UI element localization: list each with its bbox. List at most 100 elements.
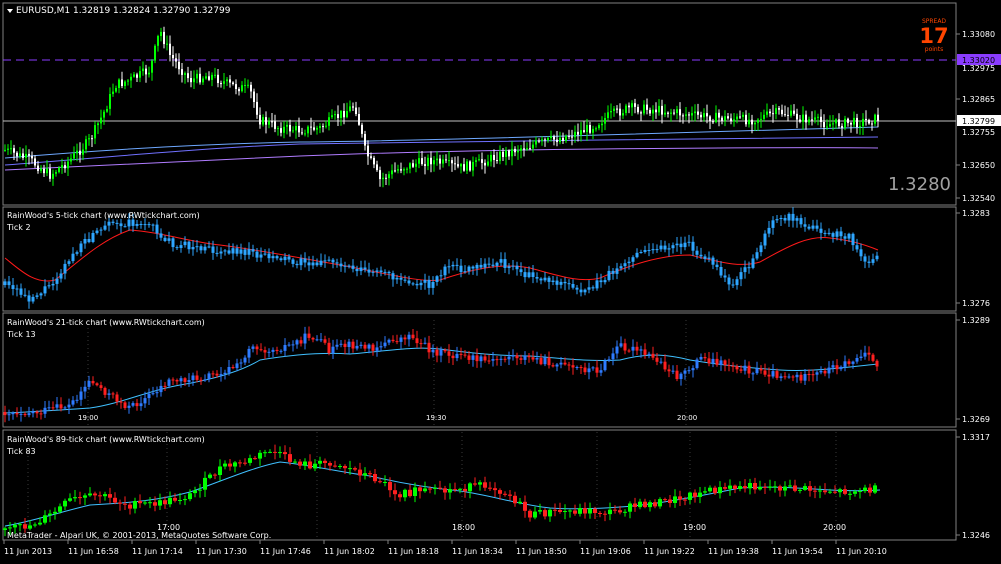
- candle-body: [673, 112, 675, 114]
- candle-body: [43, 286, 47, 294]
- candle-body: [187, 241, 191, 250]
- svg-text:18:00: 18:00: [452, 523, 475, 532]
- candle-body: [607, 270, 611, 281]
- candle-body: [739, 272, 743, 280]
- candle-body: [226, 79, 228, 82]
- candle-body: [55, 278, 59, 284]
- candle-body: [83, 495, 87, 498]
- candle-body: [802, 114, 804, 122]
- candle-body: [691, 241, 695, 251]
- candle-body: [815, 225, 819, 229]
- candle-body: [723, 275, 727, 278]
- candle-body: [610, 111, 612, 113]
- candle-body: [819, 370, 823, 373]
- candle-body: [683, 499, 687, 501]
- candle-body: [167, 379, 171, 386]
- candle-body: [682, 115, 684, 117]
- candle-body: [223, 81, 225, 84]
- panel5-title: RainWood's 5-tick chart (www.RWtickchart…: [7, 211, 200, 220]
- candle-body: [135, 403, 139, 407]
- candle-body: [53, 511, 57, 514]
- candle-body: [323, 339, 327, 343]
- candle-body: [775, 371, 779, 378]
- candle-body: [436, 158, 438, 161]
- svg-text:19:30: 19:30: [426, 414, 446, 422]
- price-level-tag-text: 1.33020: [962, 56, 995, 65]
- candle-body: [619, 343, 623, 347]
- candle-body: [607, 359, 611, 361]
- candle-body: [616, 108, 618, 110]
- candle-body: [593, 508, 597, 513]
- svg-text:11 Jun 17:30: 11 Jun 17:30: [196, 547, 247, 556]
- candle-body: [7, 414, 11, 416]
- candle-body: [368, 473, 372, 475]
- candle-body: [863, 256, 867, 262]
- chart-canvas[interactable]: EURUSD,M1 1.32819 1.32824 1.32790 1.3279…: [0, 0, 1001, 560]
- candle-body: [831, 365, 835, 368]
- candle-body: [515, 265, 519, 270]
- candle-body: [124, 81, 126, 86]
- candle-body: [107, 221, 111, 226]
- candle-body: [388, 174, 390, 179]
- candle-body: [579, 367, 583, 368]
- candle-body: [334, 114, 336, 116]
- candle-body: [205, 76, 207, 79]
- candle-body: [727, 365, 731, 366]
- candle-body: [543, 277, 547, 281]
- candle-body: [655, 357, 659, 362]
- candle-body: [559, 137, 561, 142]
- candle-body: [427, 279, 431, 288]
- candle-body: [95, 230, 99, 234]
- candle-body: [49, 168, 51, 179]
- candle-body: [799, 218, 803, 225]
- candle-body: [135, 224, 139, 226]
- candle-body: [823, 370, 827, 374]
- candle-body: [563, 511, 567, 512]
- candle-body: [251, 249, 255, 252]
- candle-body: [27, 413, 31, 416]
- candle-body: [3, 281, 7, 285]
- candle-body: [15, 412, 19, 415]
- candle-body: [203, 246, 207, 251]
- candle-body: [495, 262, 499, 266]
- candle-body: [523, 501, 527, 511]
- candle-body: [663, 245, 667, 250]
- candle-body: [556, 139, 558, 143]
- svg-text:11 Jun 20:10: 11 Jun 20:10: [836, 547, 887, 556]
- candle-body: [133, 74, 135, 77]
- candle-body: [315, 339, 319, 341]
- candle-body: [79, 150, 81, 155]
- candle-body: [779, 376, 783, 378]
- candle-body: [364, 134, 366, 146]
- candle-body: [353, 468, 357, 470]
- candle-body: [339, 263, 343, 267]
- big-price-readout: 1.3280: [888, 174, 951, 195]
- candle-body: [283, 256, 287, 261]
- candle-body: [511, 148, 513, 157]
- candle-body: [443, 349, 447, 352]
- price-tick: 1.32540: [962, 194, 995, 203]
- candle-body: [578, 508, 582, 514]
- candle-body: [183, 378, 187, 382]
- candle-body: [807, 226, 811, 229]
- candle-body: [15, 288, 19, 290]
- candle-body: [438, 487, 442, 489]
- candle-body: [388, 482, 392, 491]
- candle-body: [694, 111, 696, 114]
- candle-body: [568, 135, 570, 137]
- candle-body: [847, 233, 851, 239]
- candle-body: [611, 270, 615, 274]
- candle-body: [418, 158, 420, 164]
- candle-body: [28, 525, 32, 529]
- candle-body: [759, 245, 763, 253]
- candle-body: [267, 351, 271, 353]
- candle-body: [743, 365, 747, 371]
- candle-body: [843, 361, 847, 367]
- candle-body: [835, 231, 839, 237]
- candle-body: [385, 177, 387, 179]
- candle-body: [553, 136, 555, 140]
- candle-body: [531, 357, 535, 360]
- candle-body: [40, 168, 42, 171]
- candle-body: [118, 79, 120, 88]
- candle-body: [631, 103, 633, 108]
